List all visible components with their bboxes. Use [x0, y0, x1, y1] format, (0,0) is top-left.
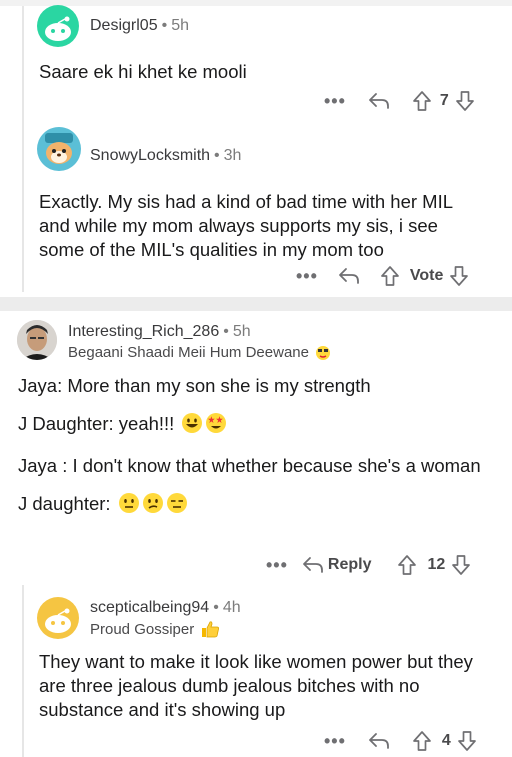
upvote-icon[interactable] — [397, 554, 417, 576]
reply-button[interactable]: Reply — [302, 555, 372, 575]
timestamp: 5h — [171, 17, 189, 34]
vote-count: Vote — [409, 267, 444, 284]
comment-meta: Desigrl05 • 5h — [90, 17, 189, 35]
timestamp: 5h — [232, 323, 251, 340]
comment-body: Jaya: More than my son she is my strengt… — [18, 374, 488, 534]
downvote-icon[interactable] — [451, 554, 471, 576]
more-icon[interactable]: ••• — [324, 731, 346, 752]
vote-count: 4 — [441, 732, 451, 749]
downvote-icon[interactable] — [449, 265, 469, 287]
starstruck-emoji-icon — [315, 345, 331, 365]
upvote-icon[interactable] — [380, 265, 400, 287]
comment-scepticalbeing94: scepticalbeing94 • 4h Proud Gossiper They … — [0, 588, 512, 757]
grinning-emoji-icon — [181, 412, 203, 440]
reply-label[interactable]: Reply — [328, 556, 372, 574]
comment-desigrl05: Desigrl05 • 5h Saare ek hi khet ke mooli •… — [0, 0, 512, 116]
upvote-icon[interactable] — [412, 730, 432, 752]
comment-interesting-rich: Interesting_Rich_286 • 5h Begaani Shaadi M… — [0, 311, 512, 586]
flair-text: Proud Gossiper — [90, 621, 195, 638]
comment-text: Exactly. My sis had a kind of bad time w… — [39, 191, 453, 260]
more-icon[interactable]: ••• — [296, 266, 318, 287]
reply-icon — [303, 557, 323, 573]
username[interactable]: Interesting_Rich_286 — [68, 323, 219, 340]
reply-icon[interactable] — [338, 266, 360, 286]
comment-body: They want to make it look like women pow… — [39, 650, 487, 736]
comment-actions: ••• Reply 12 — [266, 551, 471, 579]
timestamp: 3h — [223, 147, 242, 164]
vote-count: 7 — [439, 92, 449, 109]
profile-photo-icon — [17, 320, 57, 360]
timestamp: 4h — [222, 599, 241, 616]
snoo-icon — [45, 133, 73, 164]
comment-actions: ••• Vote — [296, 262, 469, 290]
expressionless-face-emoji-icon — [166, 492, 188, 520]
comment-text: They want to make it look like women pow… — [39, 651, 473, 720]
separator: • — [223, 323, 229, 340]
comment-text: Saare ek hi khet ke mooli — [39, 61, 247, 82]
comment-actions: ••• 7 — [324, 87, 475, 115]
downvote-icon[interactable] — [455, 90, 475, 112]
comment-text: J Daughter: yeah!!! — [18, 412, 488, 440]
neutral-face-emoji-icon — [118, 492, 140, 520]
avatar[interactable] — [37, 5, 79, 47]
more-icon[interactable]: ••• — [324, 91, 346, 112]
downvote-icon[interactable] — [457, 730, 477, 752]
snoo-icon — [45, 16, 71, 41]
comment-meta: SnowyLocksmith • 3h — [90, 147, 241, 165]
username[interactable]: SnowyLocksmith — [90, 147, 210, 164]
username[interactable]: Desigrl05 — [90, 17, 158, 34]
comment-snowylocksmith: SnowyLocksmith • 3h Exactly. My sis had a … — [0, 124, 512, 294]
starstruck-emoji-icon — [205, 412, 227, 440]
flair-text: Begaani Shaadi Meii Hum Deewane — [68, 344, 309, 361]
snoo-icon — [45, 608, 71, 633]
separator: • — [213, 599, 219, 616]
avatar[interactable] — [17, 320, 57, 360]
user-flair: Begaani Shaadi Meii Hum Deewane — [68, 344, 331, 365]
comment-divider — [0, 297, 512, 311]
separator: • — [214, 147, 220, 164]
user-flair: Proud Gossiper — [90, 620, 220, 642]
vote-count: 12 — [427, 556, 446, 573]
comment-meta: scepticalbeing94 • 4h — [90, 599, 241, 617]
thumbs-up-emoji-icon — [200, 620, 220, 642]
reply-icon[interactable] — [368, 91, 390, 111]
comment-text: J daughter: — [18, 492, 488, 520]
separator: • — [161, 17, 168, 34]
comment-text: Jaya : I don't know that whether because… — [18, 455, 481, 476]
username[interactable]: scepticalbeing94 — [90, 599, 209, 616]
avatar[interactable] — [37, 127, 81, 171]
upvote-icon[interactable] — [412, 90, 432, 112]
comment-actions: ••• 4 — [324, 727, 477, 755]
comment-text: Jaya: More than my son she is my strengt… — [18, 375, 371, 396]
comment-meta: Interesting_Rich_286 • 5h — [68, 323, 251, 341]
reply-icon[interactable] — [368, 731, 390, 751]
more-icon[interactable]: ••• — [266, 555, 288, 576]
avatar[interactable] — [37, 597, 79, 639]
confused-face-emoji-icon — [142, 492, 164, 520]
